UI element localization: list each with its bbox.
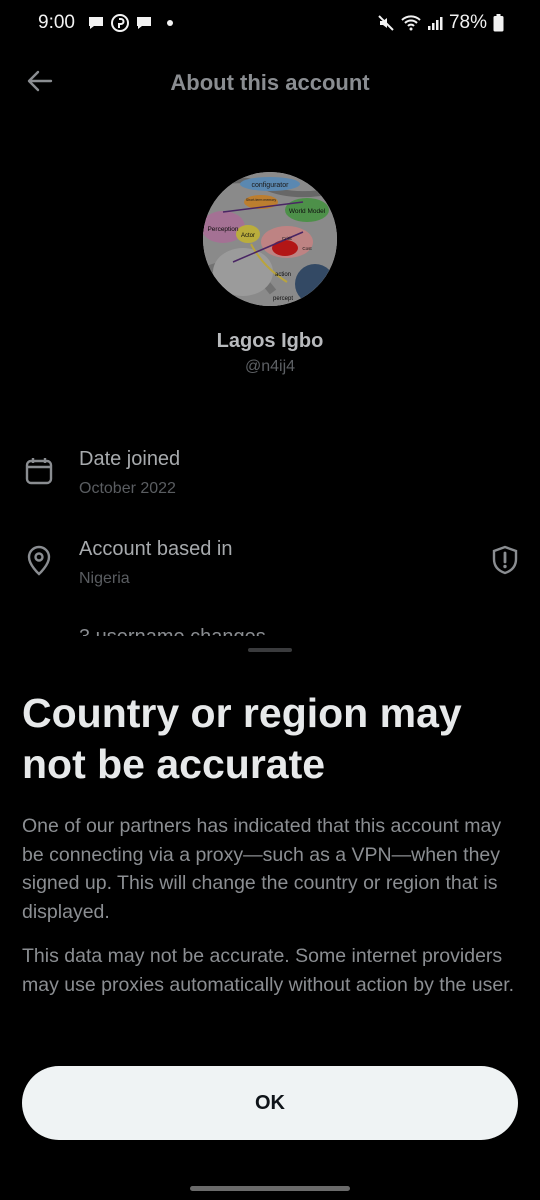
status-time: 9:00	[38, 12, 75, 33]
account-based-value: Nigeria	[79, 570, 130, 587]
account-based-row: Account based in Nigeria	[0, 538, 540, 608]
sheet-paragraph-1: One of our partners has indicated that t…	[22, 815, 502, 923]
pinterest-icon	[110, 13, 129, 33]
signal-icon	[427, 13, 443, 33]
date-joined-label: Date joined	[79, 448, 181, 470]
top-app-bar: About this account	[0, 56, 540, 110]
region-info-bottom-sheet: Country or region may not be accurate On…	[0, 636, 540, 1200]
shield-alert-icon	[491, 545, 519, 580]
mute-icon	[377, 13, 395, 33]
account-based-label: Account based in	[79, 538, 233, 560]
avatar-diagram-image: configurator Short-term memory World Mod…	[203, 172, 337, 306]
wifi-icon	[401, 13, 421, 33]
sheet-title: Country or region may not be accurate	[22, 690, 462, 787]
about-account-page: 9:00 78% About this account configurator…	[0, 0, 540, 1200]
home-indicator[interactable]	[190, 1186, 350, 1191]
profile-name: Lagos Igbo	[216, 330, 324, 352]
notification-dot	[166, 20, 173, 26]
sheet-paragraph-2: This data may not be accurate. Some inte…	[22, 945, 515, 996]
location-pin-icon	[22, 544, 56, 578]
calendar-icon	[22, 454, 56, 488]
region-accuracy-button[interactable]	[490, 545, 520, 580]
message-icon	[135, 13, 153, 33]
message-icon	[87, 13, 105, 33]
sheet-drag-handle[interactable]	[248, 648, 292, 652]
ok-button[interactable]: OK	[22, 1066, 518, 1140]
battery-icon	[493, 13, 504, 33]
page-title: About this account	[170, 70, 370, 95]
status-bar: 9:00 78%	[0, 0, 540, 46]
status-bar-right: 78%	[377, 12, 504, 34]
date-joined-value: October 2022	[79, 480, 176, 497]
status-bar-left: 9:00	[38, 12, 173, 34]
date-joined-row: Date joined October 2022	[0, 448, 540, 518]
profile-handle: @n4ij4	[244, 358, 296, 375]
battery-percent: 78%	[448, 12, 487, 33]
avatar[interactable]: configurator Short-term memory World Mod…	[203, 172, 337, 306]
